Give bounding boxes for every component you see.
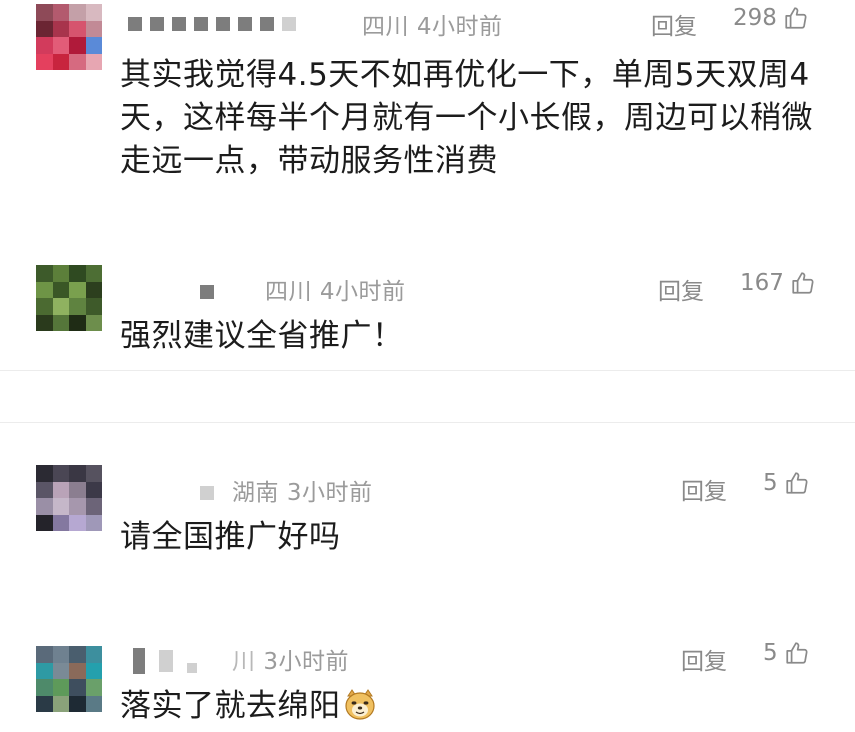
avatar[interactable] — [36, 646, 102, 712]
reply-button[interactable]: 回复 — [651, 7, 697, 41]
thumbs-up-icon — [792, 272, 814, 294]
reply-button[interactable]: 回复 — [658, 272, 704, 306]
avatar[interactable] — [36, 4, 102, 70]
doge-emoji-icon — [344, 689, 375, 720]
username-pixelated[interactable] — [128, 13, 296, 35]
comment-location: 四川 — [265, 279, 312, 305]
username-pixelated[interactable] — [200, 281, 214, 303]
comment-item: 川 3小时前 回复 5 落实了就去绵阳 — [0, 625, 855, 732]
comment-time: 4小时前 — [319, 279, 406, 305]
like-button[interactable]: 167 — [740, 270, 816, 296]
like-count: 167 — [740, 270, 784, 296]
location-time: 川 3小时前 — [232, 642, 349, 676]
username-pixelated[interactable] — [200, 482, 214, 504]
comment-text-row: 落实了就去绵阳 — [120, 685, 820, 728]
like-count: 298 — [733, 5, 777, 31]
username-pixelated[interactable] — [133, 647, 197, 675]
comment-time: 3小时前 — [263, 649, 349, 675]
avatar[interactable] — [36, 465, 102, 531]
comment-text: 其实我觉得4.5天不如再优化一下，单周5天双周4天，这样每半个月就有一个小长假，… — [120, 57, 813, 179]
section-divider — [0, 370, 855, 371]
like-count: 5 — [763, 470, 778, 496]
like-count: 5 — [763, 640, 778, 666]
avatar[interactable] — [36, 265, 102, 331]
comment-time: 3小时前 — [286, 480, 373, 506]
comment-location: 川 — [232, 649, 256, 675]
comment-time: 4小时前 — [416, 14, 503, 40]
comment-text: 请全国推广好吗 — [120, 519, 341, 555]
thumbs-up-icon — [786, 472, 808, 494]
like-button[interactable]: 5 — [763, 640, 810, 666]
thumbs-up-icon — [786, 642, 808, 664]
like-button[interactable]: 5 — [763, 470, 810, 496]
comment-text: 强烈建议全省推广！ — [120, 318, 404, 354]
section-divider — [0, 422, 855, 423]
thumbs-up-icon — [785, 7, 807, 29]
comment-text: 落实了就去绵阳 — [120, 688, 341, 724]
comment-item: 四川 4小时前 回复 298 其实我觉得4.5天不如再优化一下，单周5天双周4天… — [0, 0, 855, 200]
comment-location: 四川 — [362, 14, 409, 40]
comment-item: 湖南 3小时前 回复 5 请全国推广好吗 — [0, 455, 855, 565]
like-button[interactable]: 298 — [733, 5, 809, 31]
location-time: 湖南 3小时前 — [232, 473, 372, 507]
reply-button[interactable]: 回复 — [681, 642, 727, 676]
comment-location: 湖南 — [232, 480, 279, 506]
comment-item: 四川 4小时前 回复 167 强烈建议全省推广！ — [0, 255, 855, 365]
location-time: 四川 4小时前 — [265, 272, 405, 306]
reply-button[interactable]: 回复 — [681, 472, 727, 506]
location-time: 四川 4小时前 — [362, 7, 502, 41]
